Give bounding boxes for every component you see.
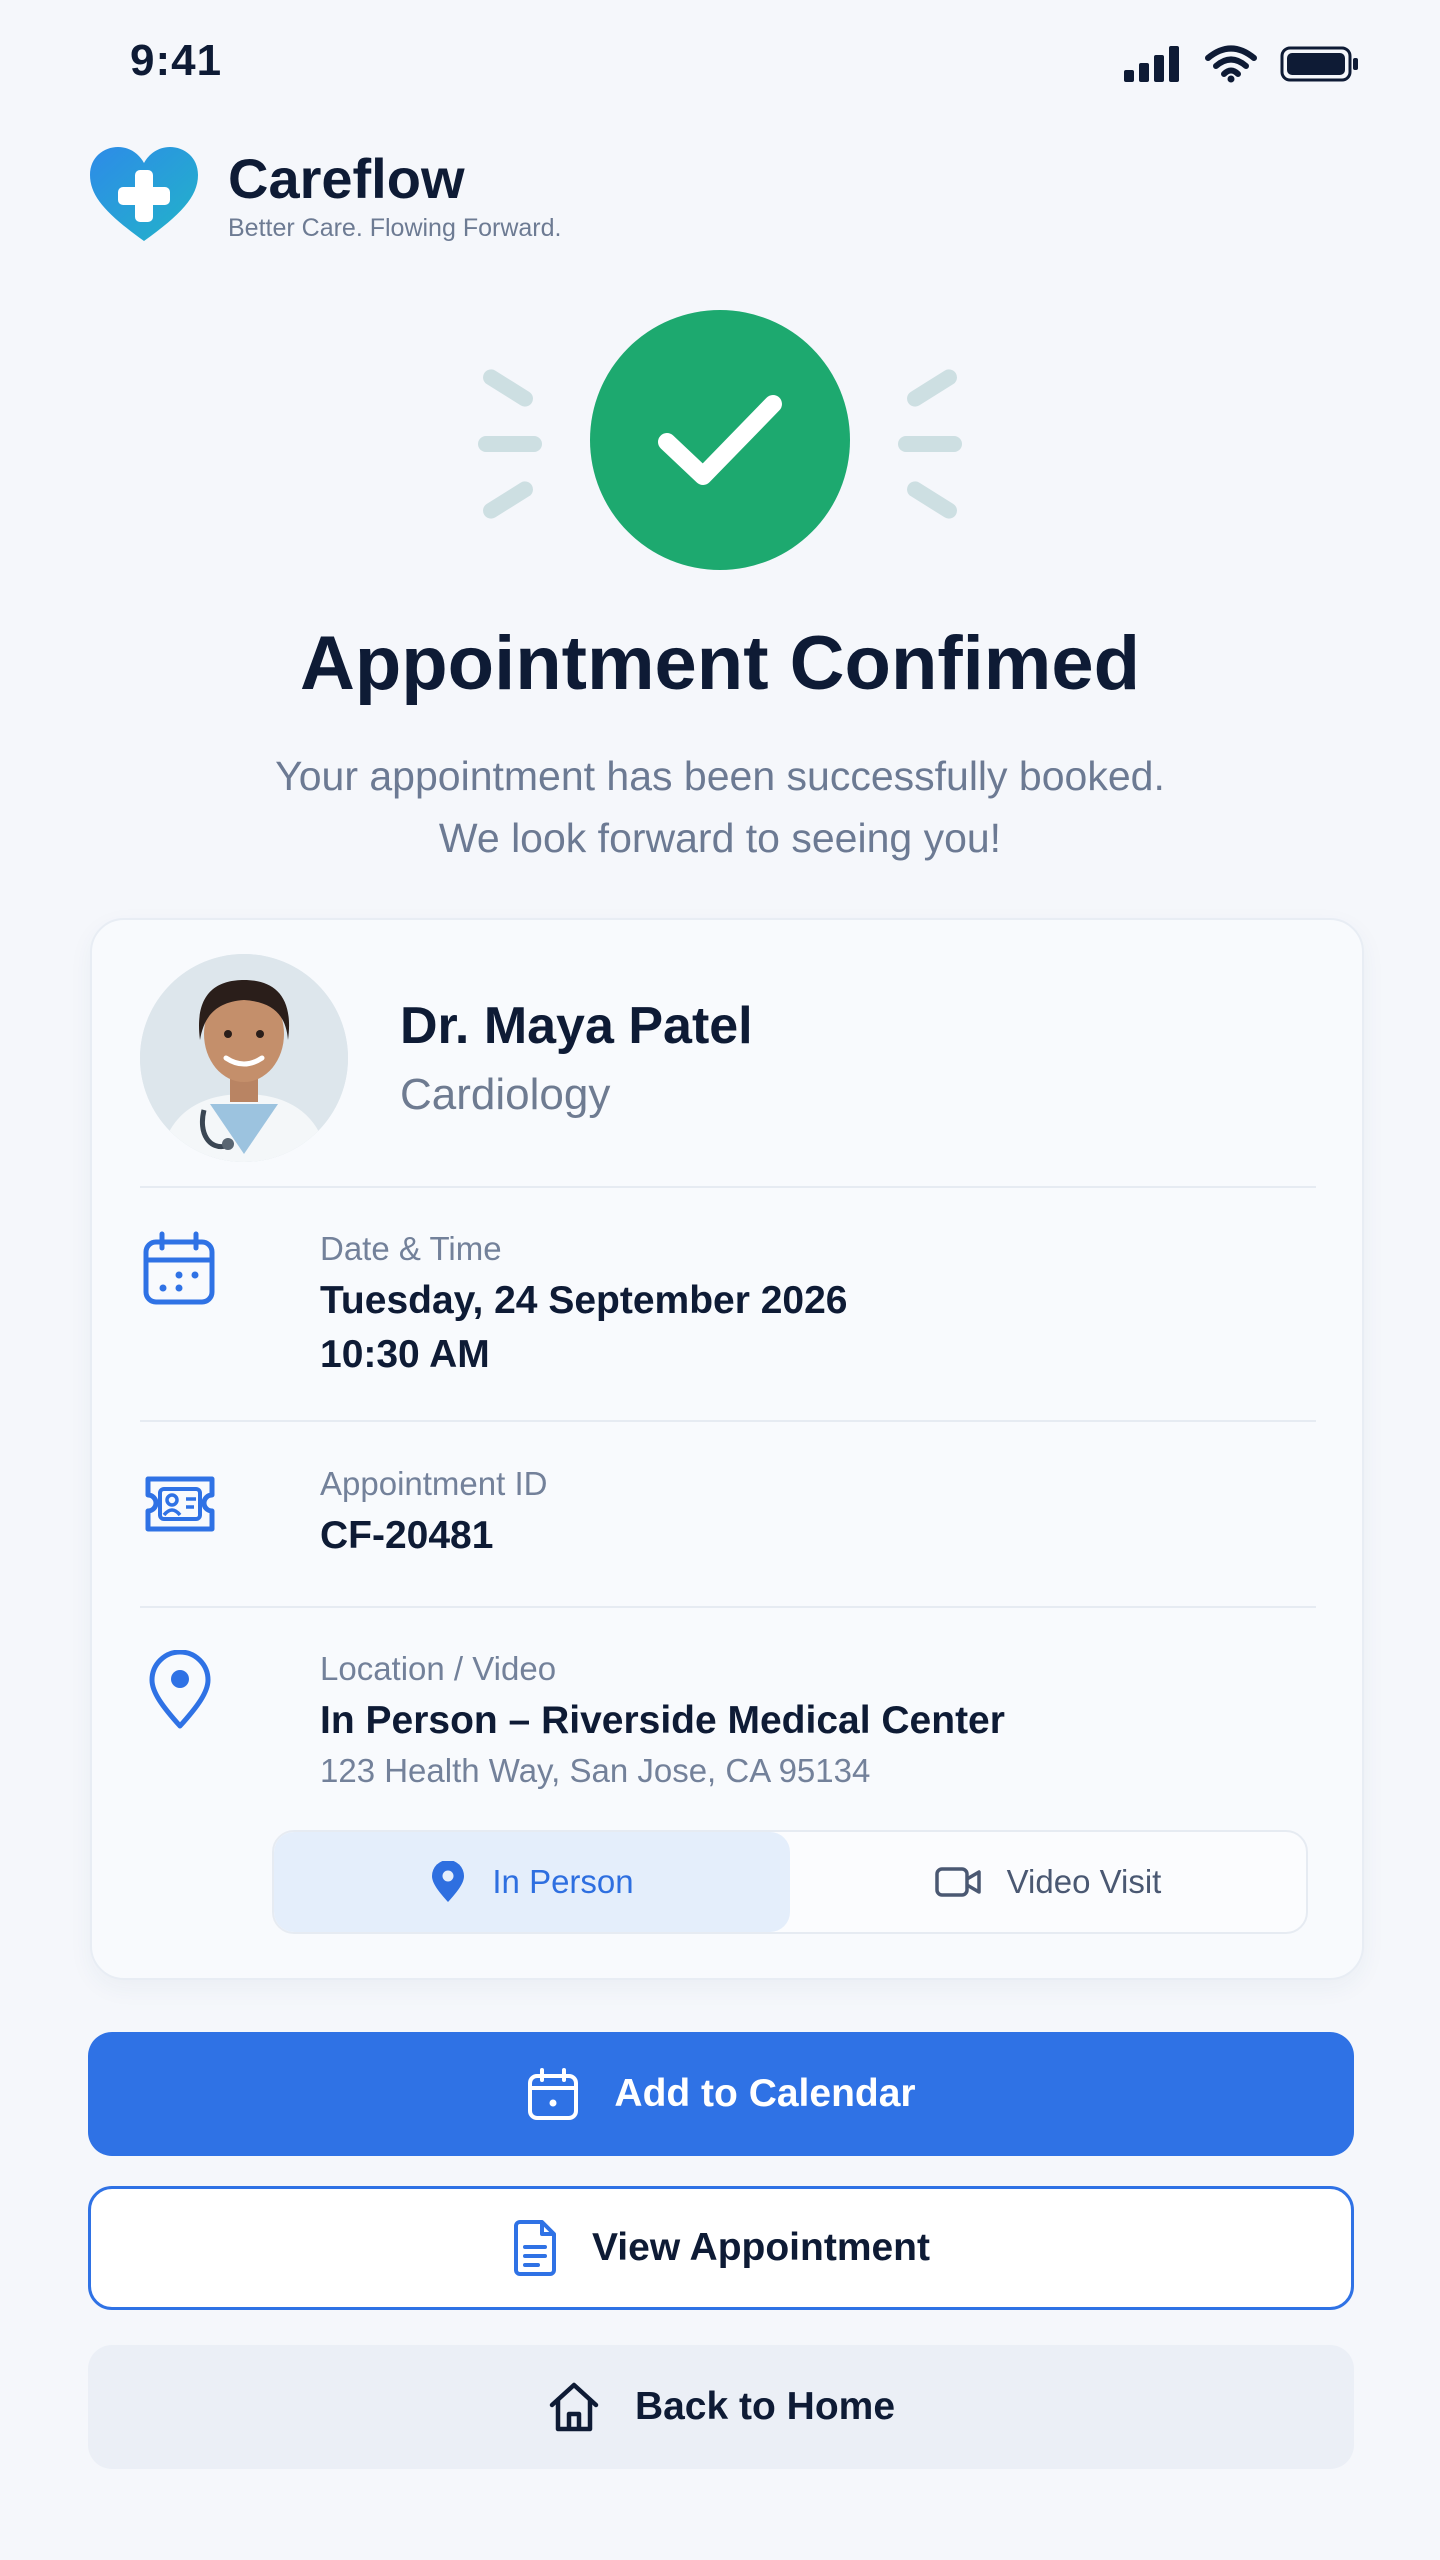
success-indicator [420,295,1020,605]
location-label: Location / Video [320,1650,557,1687]
home-icon [549,2382,599,2432]
location-row: Location / Video In Person – Riverside M… [140,1650,1316,1810]
status-icons [1124,42,1360,86]
battery-icon [1280,46,1358,82]
brand-header: Careflow Better Care. Flowing Forward. [88,140,561,250]
page-title: Appointment Confimed [299,621,1141,706]
appointment-date: Tuesday, 24 September 2026 [320,1279,848,1322]
appointment-id-label: Appointment ID [320,1465,548,1502]
cellular-signal-icon [1124,46,1179,82]
checkmark-icon [658,395,782,485]
appointment-id-value: CF-20481 [320,1514,494,1557]
appointment-card: Dr. Maya Patel Cardiology Date & Time Tu… [90,918,1364,1980]
map-pin-icon [149,1650,211,1729]
divider [140,1606,1316,1608]
video-visit-option[interactable]: Video Visit [790,1832,1306,1932]
add-to-calendar-label: Add to Calendar [614,2072,916,2115]
doctor-photo [140,954,348,1162]
decorative-ray [904,478,960,522]
doctor-avatar [140,954,348,1162]
decorative-ray [898,436,962,452]
document-icon [513,2220,556,2276]
calendar-icon [528,2068,579,2120]
careflow-logo-icon [90,147,198,241]
decorative-ray [480,478,536,522]
appointment-id-row: Appointment ID CF-20481 [140,1465,1316,1565]
in-person-label: In Person [492,1863,634,1900]
calendar-icon [143,1231,215,1305]
video-camera-icon [934,1867,981,1897]
location-address: 123 Health Way, San Jose, CA 95134 [320,1752,871,1789]
date-time-row: Date & Time Tuesday, 24 September 2026 1… [140,1230,1316,1380]
doctor-specialty: Cardiology [400,1070,611,1119]
in-person-option[interactable]: In Person [274,1832,790,1932]
visit-type-toggle: In Person Video Visit [272,1830,1308,1934]
decorative-ray [478,436,542,452]
brand-tagline: Better Care. Flowing Forward. [228,213,562,242]
view-appointment-button[interactable]: View Appointment [88,2186,1354,2310]
map-pin-icon [432,1861,465,1902]
back-to-home-button[interactable]: Back to Home [88,2345,1354,2469]
location-value: In Person – Riverside Medical Center [320,1699,1005,1742]
decorative-ray [904,366,960,410]
appointment-time: 10:30 AM [320,1333,490,1376]
decorative-ray [480,366,536,410]
divider [140,1420,1316,1422]
view-appointment-label: View Appointment [591,2226,930,2269]
status-bar: 9:41 [0,0,1440,130]
doctor-name: Dr. Maya Patel [400,997,753,1055]
wifi-icon [1205,45,1257,83]
date-time-label: Date & Time [320,1230,502,1267]
video-visit-label: Video Visit [1006,1863,1162,1900]
doctor-summary: Dr. Maya Patel Cardiology [140,954,753,1162]
brand-name: Careflow [228,146,465,210]
add-to-calendar-button[interactable]: Add to Calendar [88,2032,1354,2156]
divider [140,1186,1316,1188]
page-subtitle: Your appointment has been successfully b… [275,753,1165,861]
success-check-circle [590,310,850,570]
back-to-home-label: Back to Home [634,2385,896,2428]
status-time: 9:41 [130,36,223,85]
ticket-id-icon [145,1476,215,1532]
